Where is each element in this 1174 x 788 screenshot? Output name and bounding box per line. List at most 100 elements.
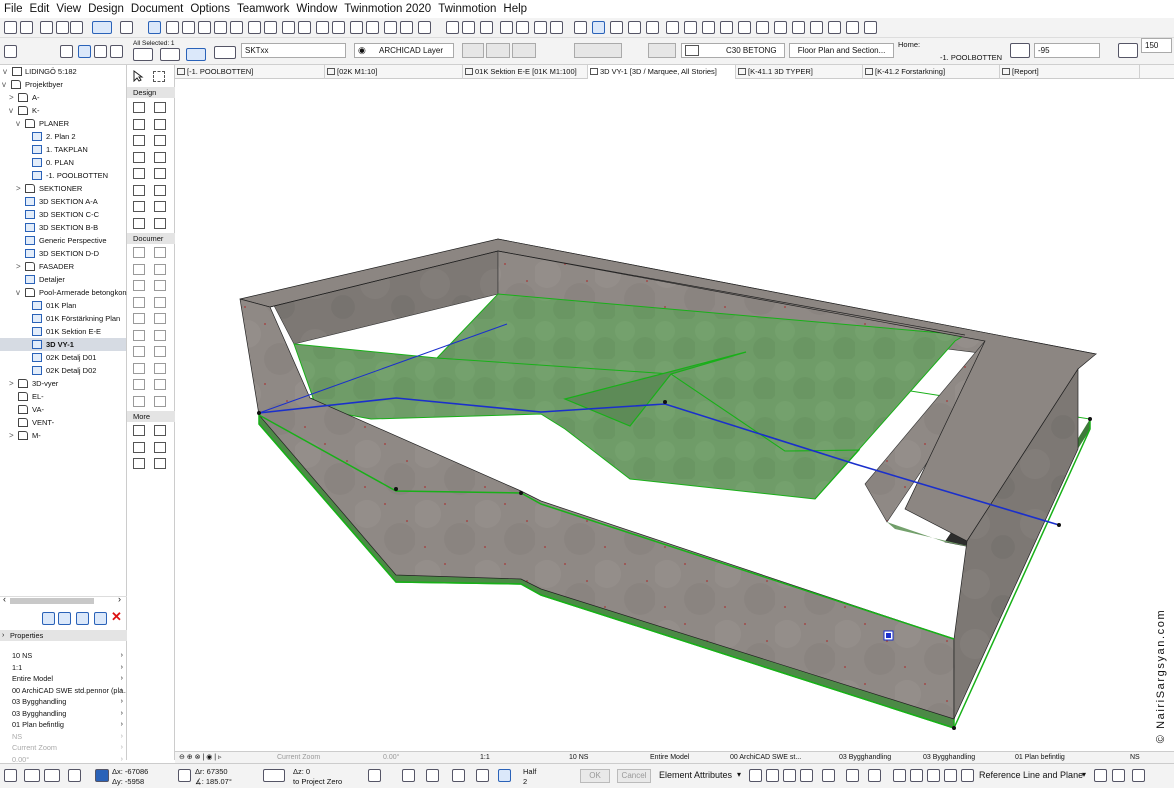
pen-swatch[interactable] xyxy=(462,43,484,58)
pin-icon[interactable] xyxy=(800,769,813,782)
line-types-icon[interactable] xyxy=(810,21,823,34)
zone-categories-icon[interactable] xyxy=(864,21,877,34)
elevation-mark-icon[interactable] xyxy=(133,280,145,291)
expand-chevron-icon[interactable]: > xyxy=(9,91,17,104)
navigator-item[interactable]: EL- xyxy=(0,390,126,403)
worksheet-icon[interactable] xyxy=(154,395,166,407)
section-icon[interactable] xyxy=(133,379,145,390)
scroll-left-icon[interactable]: ‹ xyxy=(3,594,6,604)
delta-y[interactable]: Δy: -5958 xyxy=(112,777,144,786)
tool-c-icon[interactable] xyxy=(927,769,940,782)
menu-item-design[interactable]: Design xyxy=(84,0,127,18)
property-row[interactable]: Entire Model › xyxy=(0,673,126,684)
cross-section-icon[interactable] xyxy=(1094,769,1107,782)
reference-line-icon[interactable] xyxy=(160,48,180,61)
delta-z[interactable]: Δz: 0 xyxy=(293,767,310,776)
angle-dimension-icon[interactable] xyxy=(154,263,166,275)
trace-icon[interactable] xyxy=(198,21,211,34)
spot-elevation-icon[interactable] xyxy=(154,280,166,291)
snap-divisor[interactable]: 2 xyxy=(523,777,527,786)
radial-dimension-icon[interactable] xyxy=(133,263,145,275)
orbit-icon[interactable] xyxy=(628,21,641,34)
navigator-item[interactable]: 02K Detalj D02 xyxy=(0,364,126,377)
snap-mode[interactable]: Half xyxy=(523,767,536,776)
expand-chevron-icon[interactable]: > xyxy=(16,260,24,273)
angle-value[interactable]: ∡: 185.07° xyxy=(195,777,232,786)
clone-view-icon[interactable] xyxy=(58,612,71,625)
rename-view-icon[interactable] xyxy=(446,21,459,34)
navigator-item[interactable]: 02K Detalj D01 xyxy=(0,351,126,364)
arc-icon[interactable] xyxy=(133,329,145,341)
door-icon[interactable] xyxy=(133,168,145,179)
document-section-header[interactable]: Documer xyxy=(127,233,175,244)
stair-icon[interactable] xyxy=(133,135,145,146)
polyline-icon[interactable] xyxy=(154,329,166,341)
radial-marker-icon[interactable] xyxy=(133,458,145,469)
columns-icon[interactable] xyxy=(846,769,859,782)
zone-icon[interactable] xyxy=(154,201,166,212)
beam-icon[interactable] xyxy=(133,118,145,130)
profiles-icon[interactable] xyxy=(846,21,859,34)
level-dimension-icon[interactable] xyxy=(154,247,166,258)
grid-icon[interactable] xyxy=(44,769,60,782)
elevation-icon[interactable] xyxy=(534,21,547,34)
text-icon[interactable] xyxy=(133,296,145,308)
to-project-zero[interactable]: to Project Zero xyxy=(293,777,342,786)
layer-dropdown[interactable]: ◉ ARCHICAD Layer xyxy=(354,43,454,58)
reference-dropdown-arrow-icon[interactable]: ▾ xyxy=(1082,770,1086,779)
stretch-icon[interactable] xyxy=(298,21,311,34)
horizontal-scrollbar[interactable]: ‹ › xyxy=(0,594,127,605)
tree-root[interactable]: v LIDINGÖ 5:182 xyxy=(0,65,126,78)
view-tab[interactable]: [K-41.2 Forstarkning] xyxy=(863,65,1000,79)
navigator-item[interactable]: v Projektbyer xyxy=(0,78,126,91)
spline-icon[interactable] xyxy=(133,346,145,357)
syringe-icon[interactable] xyxy=(766,769,779,782)
mesh-icon[interactable] xyxy=(133,217,145,229)
corner-window-icon[interactable] xyxy=(133,441,145,453)
layout-mode-icon[interactable] xyxy=(92,21,112,34)
half-snap-icon[interactable] xyxy=(498,769,511,782)
elevation-icon[interactable] xyxy=(154,379,166,390)
element-attributes-dropdown[interactable]: Element Attributes xyxy=(659,770,732,780)
object-icon[interactable] xyxy=(133,201,145,212)
menu-item-edit[interactable]: Edit xyxy=(26,0,53,18)
suspend-groups-icon[interactable] xyxy=(214,21,227,34)
view-tab[interactable]: [02K M1:10] xyxy=(325,65,463,79)
more-section-header[interactable]: More xyxy=(127,411,175,422)
navigator-item[interactable]: Generic Perspective xyxy=(0,234,126,247)
navigator-item[interactable]: 0. PLAN xyxy=(0,156,126,169)
marquee-tool-icon[interactable] xyxy=(153,71,165,82)
navigator-item[interactable]: > A- xyxy=(0,91,126,104)
arrow-select-icon[interactable] xyxy=(132,70,144,83)
layout-book-icon[interactable] xyxy=(666,21,679,34)
navigator-item[interactable]: 01K Sektion E-E xyxy=(0,325,126,338)
navigator-item[interactable]: 1. TAKPLAN xyxy=(0,143,126,156)
view-tab[interactable]: 3D VY-1 [3D / Marquee, All Stories] xyxy=(588,65,736,79)
navigator-item[interactable]: 3D SEKTION B-B xyxy=(0,221,126,234)
surface-icon[interactable] xyxy=(738,21,751,34)
column-icon[interactable] xyxy=(154,102,166,113)
new-view-icon[interactable] xyxy=(42,612,55,625)
cancel-button[interactable]: Cancel xyxy=(617,769,651,783)
thickness-field[interactable]: 150 xyxy=(1141,38,1172,53)
navigator-item[interactable]: v PLANER xyxy=(0,117,126,130)
tool-d-icon[interactable] xyxy=(944,769,957,782)
mirror-icon[interactable] xyxy=(316,21,329,34)
navigator-item[interactable]: 01K Förstärkning Plan xyxy=(0,312,126,325)
scroll-right-icon[interactable]: › xyxy=(118,594,121,604)
3d-viewport[interactable] xyxy=(175,79,1174,751)
property-row[interactable]: 03 Bygghandling › xyxy=(0,696,126,707)
walk-icon[interactable] xyxy=(646,21,659,34)
story-sensitive-icon[interactable] xyxy=(110,45,123,58)
select-similar-icon[interactable] xyxy=(40,21,53,34)
menu-item-options[interactable]: Options xyxy=(186,0,233,18)
property-row[interactable]: 03 Bygghandling › xyxy=(0,708,126,719)
railing-icon[interactable] xyxy=(154,135,166,146)
dimension-icon[interactable] xyxy=(248,21,261,34)
home-story[interactable]: -1. POOLBOTTEN xyxy=(940,53,1002,62)
intersect-icon[interactable] xyxy=(418,21,431,34)
scroll-thumb[interactable] xyxy=(10,598,94,604)
publish-icon[interactable] xyxy=(684,21,697,34)
dropdown-arrow-icon[interactable]: ▾ xyxy=(737,770,741,779)
menu-item-twinmotion[interactable]: Twinmotion xyxy=(434,0,499,18)
